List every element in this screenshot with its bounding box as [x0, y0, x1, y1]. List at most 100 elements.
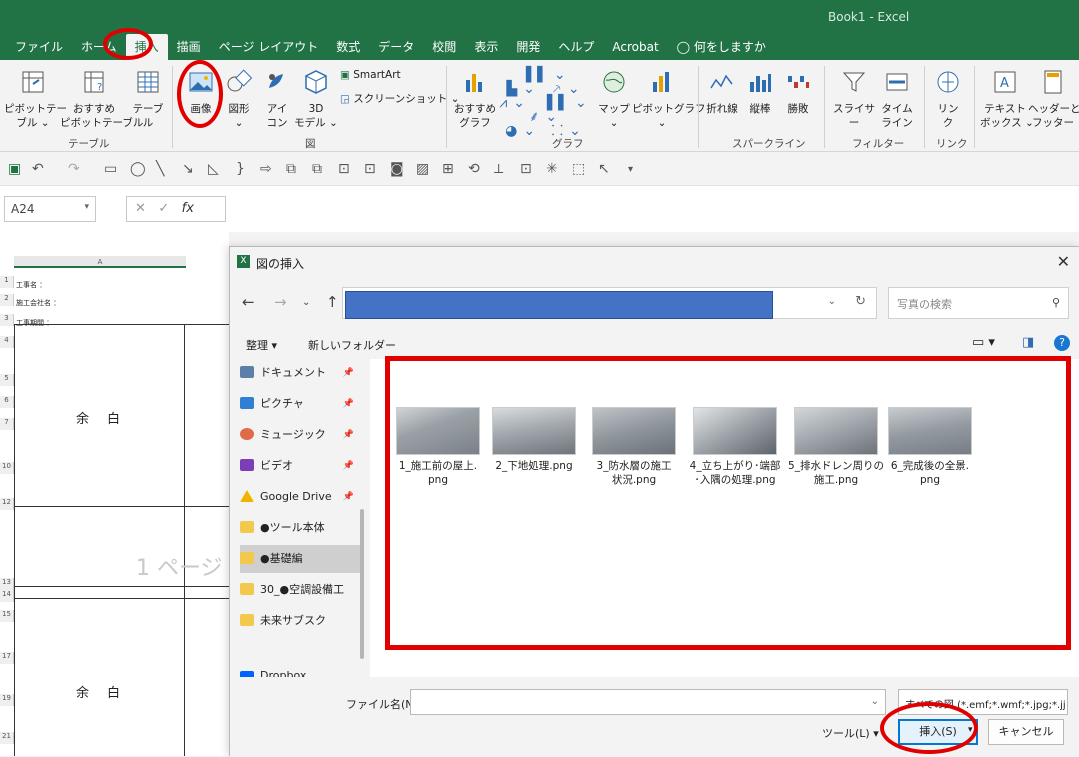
tab-review[interactable]: 校閲 [423, 34, 465, 60]
ungroup-icon[interactable]: ⧉ [312, 161, 322, 177]
resize-icon[interactable]: ⊡ [520, 161, 532, 177]
pointer-icon[interactable]: ↖ [598, 161, 610, 177]
column-header-a[interactable]: A [14, 256, 186, 268]
row-header[interactable]: 3 [0, 314, 14, 326]
tab-draw[interactable]: 描画 [168, 34, 210, 60]
sparkline-line-button[interactable]: 折れ線 [704, 68, 740, 116]
tab-developer[interactable]: 開発 [507, 34, 549, 60]
freeform-icon[interactable]: ◺ [208, 161, 219, 177]
row-header[interactable]: 2 [0, 294, 14, 306]
formula-input[interactable] [228, 196, 1079, 222]
tab-acrobat[interactable]: Acrobat [603, 34, 667, 60]
chart-types-grid[interactable]: ▐▌⌄ ▙⌄ ⸕⌄ ⩘⌄ ▐▌⌄ ⸙⌄ ◕⌄ ⸬⌄ [498, 68, 594, 138]
nav-folder-hvac[interactable]: 30_●空調設備工 [240, 576, 360, 604]
row-header[interactable]: 5 [0, 374, 14, 386]
icons-button[interactable]: アイ コン [258, 68, 296, 130]
maps-button[interactable]: マップ ⌄ [594, 68, 634, 130]
shadow-icon[interactable]: ⬚ [572, 161, 585, 177]
row-header[interactable]: 10 [0, 462, 14, 474]
link-button[interactable]: リン ク [928, 68, 968, 130]
group-icon[interactable]: ⧉ [286, 161, 296, 177]
confirm-entry-icon[interactable]: ✓ [158, 201, 169, 216]
timeline-button[interactable]: タイム ライン [876, 68, 918, 130]
back-icon[interactable]: ← [242, 293, 255, 311]
image-icon[interactable]: ▨ [416, 161, 429, 177]
slicer-button[interactable]: スライサー [830, 68, 878, 130]
block-arrow-icon[interactable]: ⇨ [260, 161, 272, 177]
shapes-button[interactable]: 図形 ⌄ [220, 68, 258, 130]
row-header[interactable]: 13 [0, 578, 14, 590]
cancel-entry-icon[interactable]: ✕ [135, 201, 146, 216]
crop-icon[interactable]: ⊞ [442, 161, 454, 177]
worksheet[interactable]: A 1 2 3 4 5 6 7 10 12 13 14 15 17 19 21 … [0, 232, 229, 756]
view-options-icon[interactable]: ▭ ▾ [972, 335, 995, 350]
help-icon[interactable]: ? [1054, 335, 1070, 351]
nav-google-drive[interactable]: Google Drive 📌 [240, 483, 360, 511]
search-input[interactable]: 写真の検索 ⚲ [888, 287, 1069, 319]
recommended-pivot-button[interactable]: ? おすすめ ピボットテーブル [60, 68, 143, 130]
nav-music[interactable]: ミュージック 📌 [240, 421, 360, 449]
tab-formulas[interactable]: 数式 [327, 34, 369, 60]
redo-icon[interactable]: ↷ [68, 161, 80, 177]
name-box[interactable]: A24 ▾ [4, 196, 96, 222]
rectangle-icon[interactable]: ▭ [104, 161, 117, 177]
tab-page-layout[interactable]: ページ レイアウト [210, 34, 328, 60]
fx-icon[interactable]: fx [182, 201, 194, 216]
save-icon[interactable]: ▣ [8, 161, 21, 177]
row-header[interactable]: 14 [0, 590, 14, 602]
row-header[interactable]: 21 [0, 732, 14, 744]
arrow-icon[interactable]: ↘ [182, 161, 194, 177]
pivot-chart-button[interactable]: ピボットグラフ ⌄ [632, 68, 706, 130]
nav-scrollbar[interactable] [360, 509, 364, 659]
tab-file[interactable]: ファイル [6, 34, 72, 60]
nav-documents[interactable]: ドキュメント 📌 [240, 359, 360, 387]
customize-qat-icon[interactable]: ▾ [628, 164, 633, 175]
up-icon[interactable]: ↑ [326, 293, 339, 311]
sparkline-winloss-button[interactable]: 勝敗 [780, 68, 816, 116]
table-button[interactable]: テーブル [128, 68, 168, 130]
preview-pane-icon[interactable]: ◨ [1022, 335, 1034, 350]
row-header[interactable]: 7 [0, 418, 14, 430]
row-header[interactable]: 15 [0, 610, 14, 622]
flip-icon[interactable]: ⟂ [494, 161, 503, 177]
line-icon[interactable]: ╲ [156, 161, 164, 177]
tab-data[interactable]: データ [369, 34, 423, 60]
3d-models-button[interactable]: 3D モデル ⌄ [294, 68, 338, 130]
tell-me-box[interactable]: ◯ 何をしますか [668, 34, 775, 60]
new-folder-button[interactable]: 新しいフォルダー [308, 337, 396, 353]
row-header[interactable]: 12 [0, 498, 14, 510]
tab-help[interactable]: ヘルプ [549, 34, 603, 60]
tab-view[interactable]: 表示 [465, 34, 507, 60]
row-header[interactable]: 17 [0, 652, 14, 664]
textbox-button[interactable]: A テキスト ボックス ⌄ [980, 68, 1034, 130]
oval-icon[interactable]: ◯ [130, 161, 146, 177]
nav-folder-subscription[interactable]: 未来サブスク [240, 607, 360, 635]
select-icon[interactable]: ⊡ [364, 161, 376, 177]
pivot-table-button[interactable]: ピボットテー ブル ⌄ [4, 68, 67, 130]
filename-input[interactable]: ⌄ [410, 689, 886, 715]
brace-icon[interactable]: } [236, 161, 245, 177]
recommended-charts-button[interactable]: おすすめ グラフ [452, 68, 498, 130]
row-header[interactable]: 19 [0, 694, 14, 706]
close-icon[interactable]: ✕ [1057, 252, 1070, 271]
address-dropdown-icon[interactable]: ⌄ [828, 296, 836, 307]
recent-locations-icon[interactable]: ⌄ [302, 297, 310, 308]
header-footer-button[interactable]: ヘッダーと フッター [1028, 68, 1079, 130]
sparkline-column-button[interactable]: 縦棒 [742, 68, 778, 116]
row-header[interactable]: 4 [0, 336, 14, 348]
nav-videos[interactable]: ビデオ 📌 [240, 452, 360, 480]
address-bar[interactable]: ⌄ ↻ [342, 287, 877, 319]
organize-button[interactable]: 整理 ▾ [246, 337, 277, 353]
smartart-button[interactable]: ▣ SmartArt [340, 68, 420, 82]
row-header[interactable]: 1 [0, 276, 14, 288]
screenshot-button[interactable]: ◲ スクリーンショット ⌄ [340, 92, 459, 106]
nav-folder-basic[interactable]: ●基礎編 [240, 545, 360, 573]
rotate-icon[interactable]: ⟲ [468, 161, 480, 177]
align-icon[interactable]: ⊡ [338, 161, 350, 177]
cancel-button[interactable]: キャンセル [988, 719, 1064, 745]
points-icon[interactable]: ✳ [546, 161, 558, 177]
undo-icon[interactable]: ↶ [32, 161, 44, 177]
camera-icon[interactable]: ◙ [390, 161, 404, 177]
nav-folder-tool[interactable]: ●ツール本体 [240, 514, 360, 542]
nav-pictures[interactable]: ピクチャ 📌 [240, 390, 360, 418]
